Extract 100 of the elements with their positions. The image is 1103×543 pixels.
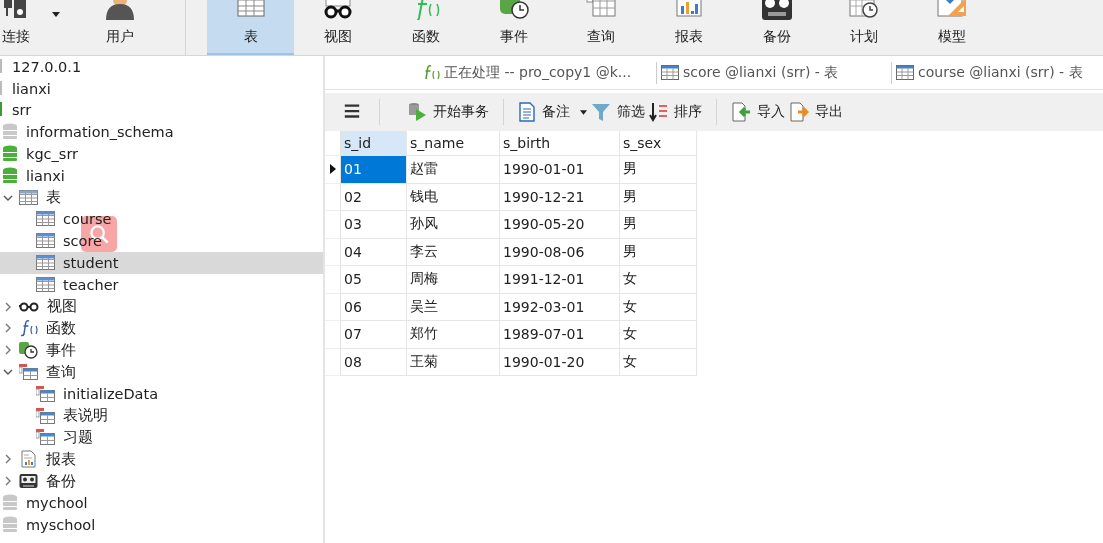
chevron-right-icon[interactable]: [3, 454, 13, 465]
toolbar-button[interactable]: 计划: [820, 0, 909, 55]
table-icon: [36, 232, 55, 251]
table-icon: [36, 275, 55, 294]
toolbar-button[interactable]: 查询: [557, 0, 646, 55]
toolbar-button[interactable]: 筛选: [589, 99, 647, 125]
tape-icon: [19, 472, 38, 491]
table-cell: 06: [341, 293, 407, 321]
query-icon: [19, 363, 38, 382]
tree-item[interactable]: 视图: [0, 295, 323, 318]
toolbar-button[interactable]: 备注: [516, 99, 572, 125]
toolbar-button[interactable]: 连接: [0, 0, 32, 55]
caret-icon[interactable]: [52, 12, 60, 17]
toolbar-button[interactable]: 表: [206, 0, 295, 55]
toolbar-button[interactable]: 用户: [76, 0, 164, 55]
toolbar-button[interactable]: 函数: [382, 0, 470, 55]
tree-item[interactable]: 函数: [0, 317, 323, 340]
function-icon: [422, 64, 440, 81]
tree-item[interactable]: 查询: [0, 361, 323, 383]
table-cell: 男: [620, 156, 697, 184]
table-cell: 01: [341, 156, 407, 184]
import-icon: [731, 102, 751, 122]
caret-icon[interactable]: [580, 109, 587, 115]
tree-item[interactable]: lianxi: [0, 77, 323, 100]
toolbar-button[interactable]: 排序: [647, 99, 704, 125]
tree-item[interactable]: 事件: [0, 339, 323, 362]
toolbar-button[interactable]: 模型: [908, 0, 996, 55]
table-cell: 1990-01-20: [500, 348, 620, 376]
tree-item[interactable]: course: [0, 208, 323, 231]
table-cell: 08: [341, 348, 407, 376]
menu-icon: [343, 103, 361, 121]
table-cell: 1990-12-21: [500, 183, 620, 211]
tree-item[interactable]: teacher: [0, 273, 323, 296]
table-cell: 1990-08-06: [500, 238, 620, 266]
tree-item[interactable]: kgc_srr: [0, 143, 323, 165]
calendar-icon: [848, 0, 881, 20]
table-icon: [36, 254, 55, 273]
table-icon: [661, 64, 679, 81]
function-icon: [19, 319, 38, 338]
query-icon: [36, 428, 55, 447]
table-cell: 王菊: [407, 348, 500, 376]
report-icon: [19, 450, 38, 469]
toolbar-button[interactable]: 视图: [294, 0, 383, 55]
tree-item[interactable]: 表: [0, 186, 323, 209]
table-cell: 1990-05-20: [500, 211, 620, 239]
table-cell: 05: [341, 266, 407, 294]
document-tab[interactable]: score @lianxi (srr) - 表: [656, 61, 891, 84]
document-tab[interactable]: course @lianxi (srr) - 表: [891, 61, 1103, 84]
tree-item[interactable]: student: [0, 252, 323, 274]
tree-item[interactable]: 习题: [0, 426, 323, 449]
toolbar-button[interactable]: 报表: [645, 0, 733, 55]
chevron-right-icon[interactable]: [3, 323, 13, 334]
user-icon: [103, 0, 136, 20]
tree-item[interactable]: 备份: [0, 470, 323, 492]
table-icon: [896, 64, 914, 81]
column-header[interactable]: s_birth: [500, 131, 620, 156]
table-cell: 孙风: [407, 211, 500, 239]
play-icon: [408, 102, 427, 122]
sort-icon: [649, 102, 668, 122]
chevron-right-icon[interactable]: [3, 301, 13, 312]
table-cell: 钱电: [407, 183, 500, 211]
column-header[interactable]: s_id: [341, 131, 407, 156]
table-cell: 周梅: [407, 266, 500, 294]
column-header[interactable]: s_sex: [620, 131, 697, 156]
column-header[interactable]: s_name: [407, 131, 500, 156]
table-cell: 03: [341, 211, 407, 239]
toolbar-button[interactable]: 导入: [729, 99, 787, 125]
table-cell: 赵雷: [407, 156, 500, 184]
document-tab[interactable]: 正在处理 -- pro_copy1 @k...: [418, 61, 656, 84]
export-icon: [789, 102, 809, 122]
toolbar-button[interactable]: 事件: [469, 0, 558, 55]
table-cell: 李云: [407, 238, 500, 266]
table-cell: 1992-03-01: [500, 293, 620, 321]
document-icon: [518, 102, 536, 122]
table-cell: 男: [620, 183, 697, 211]
tree-item[interactable]: myschool: [0, 513, 323, 536]
table-cell: 男: [620, 238, 697, 266]
query-icon: [36, 384, 55, 403]
tree-item[interactable]: information_schema: [0, 121, 323, 144]
table-cell: 07: [341, 321, 407, 349]
chevron-right-icon[interactable]: [3, 476, 13, 487]
tree-item[interactable]: initializeData: [0, 382, 323, 405]
toolbar-button[interactable]: 导出: [787, 99, 845, 125]
tape-icon: [760, 0, 793, 20]
tree-item[interactable]: lianxi: [0, 165, 323, 187]
tree-item[interactable]: score: [0, 230, 323, 253]
tree-item[interactable]: 表说明: [0, 404, 323, 427]
chevron-right-icon[interactable]: [3, 345, 13, 356]
tree-item[interactable]: 127.0.0.1: [0, 56, 323, 78]
model-icon: [936, 0, 969, 20]
filter-icon: [591, 102, 611, 122]
toolbar-button[interactable]: 开始事务: [406, 99, 491, 125]
tree-item[interactable]: 报表: [0, 448, 323, 471]
tree-item[interactable]: srr: [0, 99, 323, 122]
tree-item[interactable]: mychool: [0, 491, 323, 514]
table-icon: [234, 0, 267, 20]
table-cell: 郑竹: [407, 321, 500, 349]
query-icon: [585, 0, 618, 20]
toolbar-button[interactable]: 备份: [732, 0, 821, 55]
table-cell: 1991-12-01: [500, 266, 620, 294]
